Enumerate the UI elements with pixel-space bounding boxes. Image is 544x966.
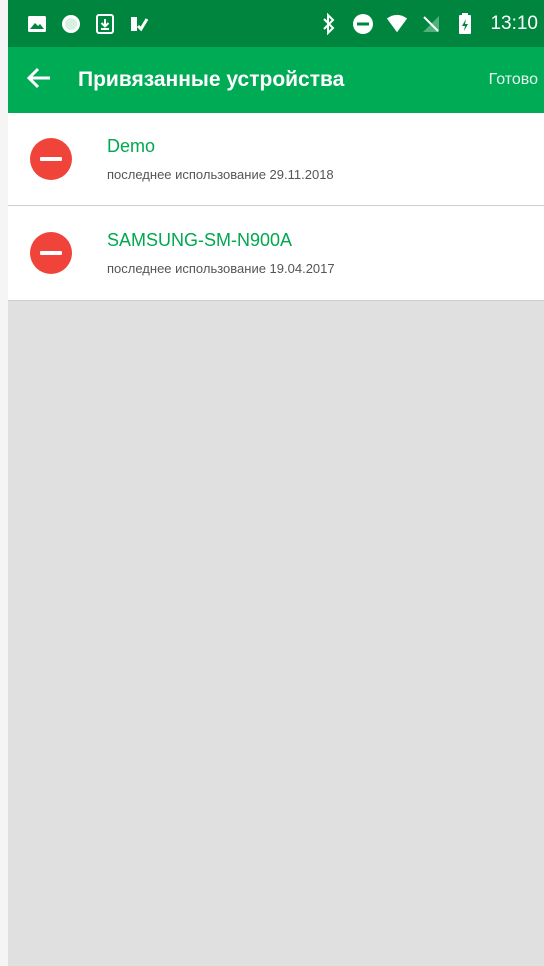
device-list: Demo последнее использование 29.11.2018 … [8,113,544,301]
minus-icon [40,251,62,255]
list-item[interactable]: Demo последнее использование 29.11.2018 [8,113,544,206]
status-bar: 13:10 [8,0,544,47]
phone-screen: 13:10 Привязанные устройства Готово Demo… [0,0,544,966]
checkmark-icon [128,13,150,35]
device-name: SAMSUNG-SM-N900A [107,230,293,250]
arrow-left-icon [26,66,52,95]
device-name: Demo [107,136,156,156]
circle-app-icon [60,13,82,35]
image-icon [26,13,48,35]
download-icon [94,13,116,35]
page-title: Привязанные устройства [78,68,345,91]
remove-device-button[interactable] [30,138,72,180]
done-button[interactable]: Готово [489,71,538,89]
do-not-disturb-icon [352,13,374,35]
battery-icon [454,12,476,35]
status-left-icons [26,13,150,35]
back-button[interactable] [26,60,66,100]
wifi-icon [386,13,408,35]
device-last-used: последнее использование 29.11.2018 [107,167,334,182]
status-right-icons: 13:10 [318,12,538,35]
app-bar: Привязанные устройства Готово [8,47,544,113]
device-last-used: последнее использование 19.04.2017 [107,261,335,276]
list-item[interactable]: SAMSUNG-SM-N900A последнее использование… [8,206,544,301]
minus-icon [40,157,62,161]
no-sim-icon [420,13,442,35]
device-text: SAMSUNG-SM-N900A последнее использование… [107,206,335,300]
bluetooth-icon [318,12,340,35]
device-text: Demo последнее использование 29.11.2018 [107,113,334,205]
remove-device-button[interactable] [30,232,72,274]
status-time: 13:10 [490,12,538,34]
